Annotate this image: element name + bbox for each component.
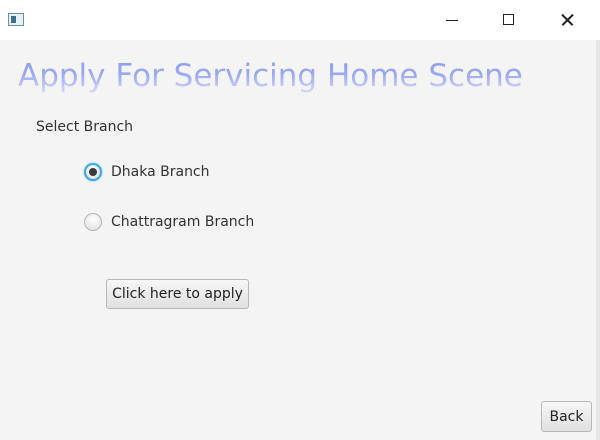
minimize-button[interactable] xyxy=(424,0,480,40)
window-edge xyxy=(596,40,600,440)
radio-label-chattragram: Chattragram Branch xyxy=(111,214,255,230)
close-button[interactable] xyxy=(538,0,594,40)
window-titlebar[interactable] xyxy=(0,0,600,40)
minimize-icon xyxy=(446,20,458,21)
radio-selected-indicator[interactable] xyxy=(84,163,102,181)
app-window-icon xyxy=(8,13,24,26)
radio-unselected-indicator[interactable] xyxy=(84,213,102,231)
back-button[interactable]: Back xyxy=(541,401,592,432)
maximize-button[interactable] xyxy=(480,0,536,40)
apply-button[interactable]: Click here to apply xyxy=(106,279,249,309)
radio-label-dhaka: Dhaka Branch xyxy=(111,164,210,180)
radio-chattragram-branch[interactable]: Chattragram Branch xyxy=(84,211,254,233)
scene-title: Apply For Servicing Home Scene xyxy=(18,58,523,94)
radio-dhaka-branch[interactable]: Dhaka Branch xyxy=(84,161,210,183)
maximize-icon xyxy=(503,14,514,25)
close-icon xyxy=(538,0,594,40)
select-branch-label: Select Branch xyxy=(36,119,134,135)
